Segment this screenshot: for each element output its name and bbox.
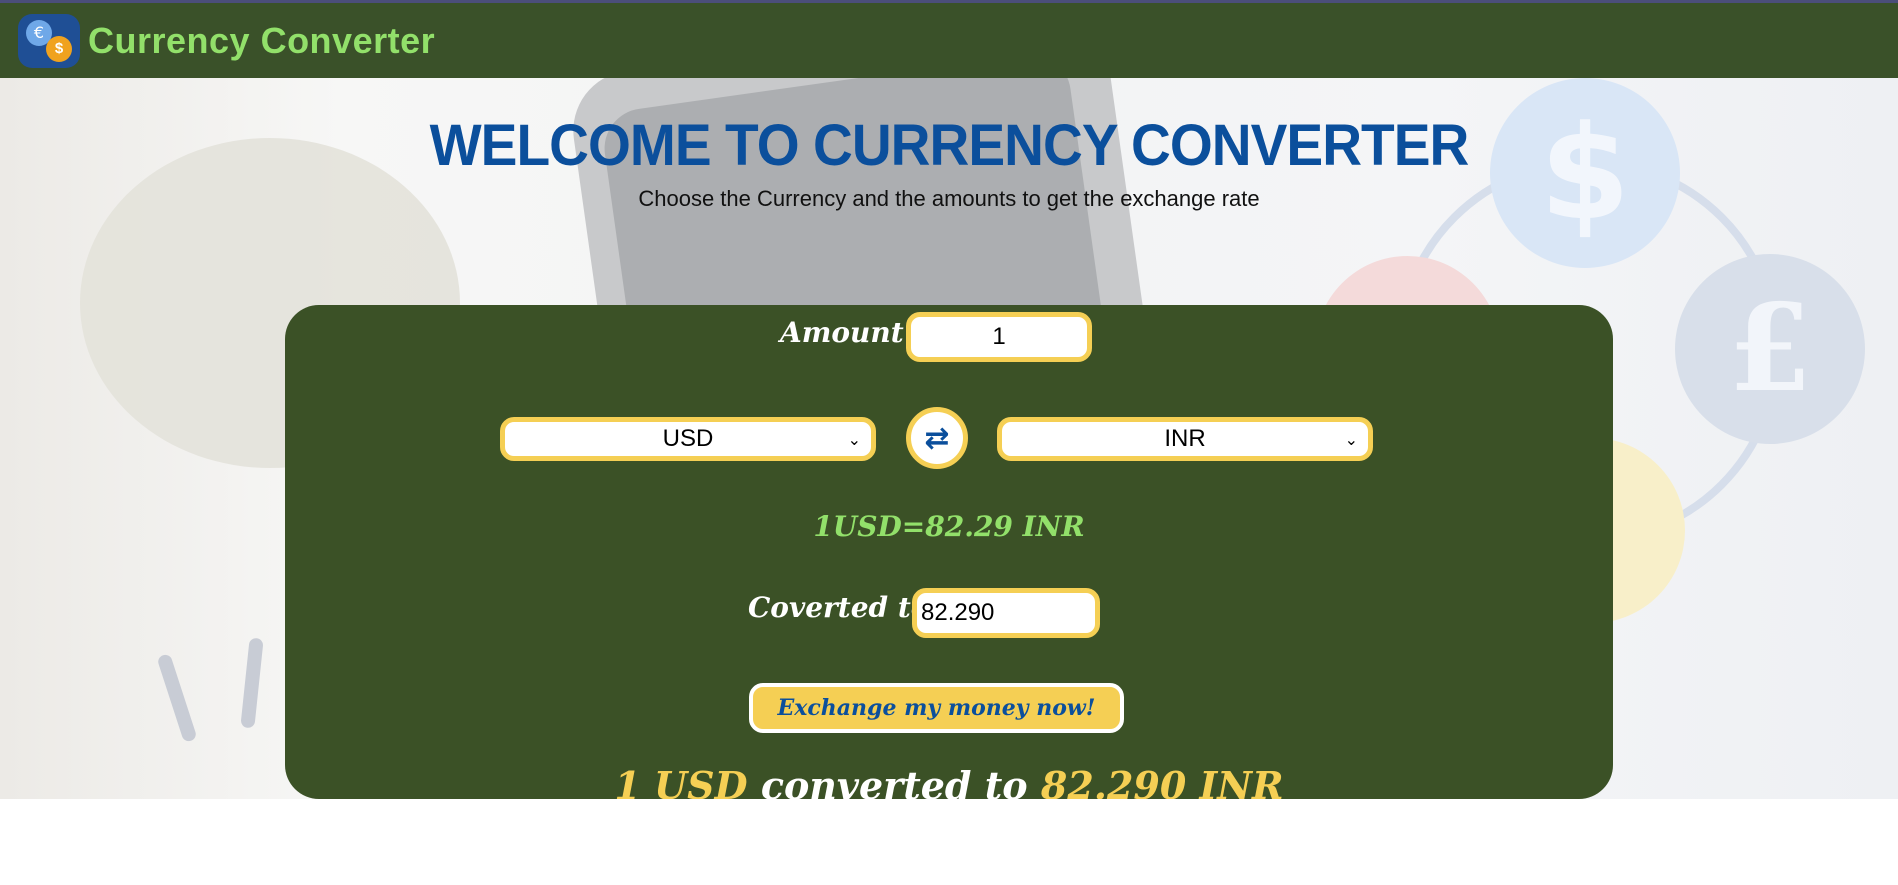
to-currency-value: INR xyxy=(1164,425,1206,452)
background-pound-icon: £ xyxy=(1675,254,1865,444)
conversion-result: 1 USD converted to 82.290 INR xyxy=(0,762,1898,799)
converted-amount-field[interactable] xyxy=(912,588,1100,638)
chevron-down-icon: ⌄ xyxy=(1344,430,1358,449)
result-connector-text: converted to xyxy=(760,763,1028,799)
amount-label: Amount : xyxy=(780,316,924,349)
currency-exchange-logo-icon[interactable]: € $ xyxy=(18,13,80,68)
from-currency-value: USD xyxy=(662,425,714,452)
amount-input[interactable] xyxy=(906,312,1092,362)
background-doodle-stroke xyxy=(156,653,198,743)
exchange-rate-text: 1USD=82.29 INR xyxy=(813,510,1085,543)
page-subtitle: Choose the Currency and the amounts to g… xyxy=(638,186,1260,211)
result-from-amount: 1 USD xyxy=(614,763,748,799)
page-title: WELCOME TO CURRENCY CONVERTER xyxy=(429,113,1470,178)
navbar: € $ Currency Converter xyxy=(0,3,1898,78)
dollar-coin-icon: $ xyxy=(46,35,72,62)
swap-arrows-icon[interactable]: ⇄ xyxy=(906,407,968,469)
result-to-amount: 82.290 INR xyxy=(1040,763,1284,799)
from-currency-select[interactable]: USD ⌄ xyxy=(500,417,876,461)
background-doodle-stroke xyxy=(240,637,264,729)
to-currency-select[interactable]: INR ⌄ xyxy=(997,417,1373,461)
exchange-now-button[interactable]: Exchange my money now! xyxy=(749,683,1124,733)
brand-name[interactable]: Currency Converter xyxy=(88,20,435,62)
chevron-down-icon: ⌄ xyxy=(847,430,861,449)
